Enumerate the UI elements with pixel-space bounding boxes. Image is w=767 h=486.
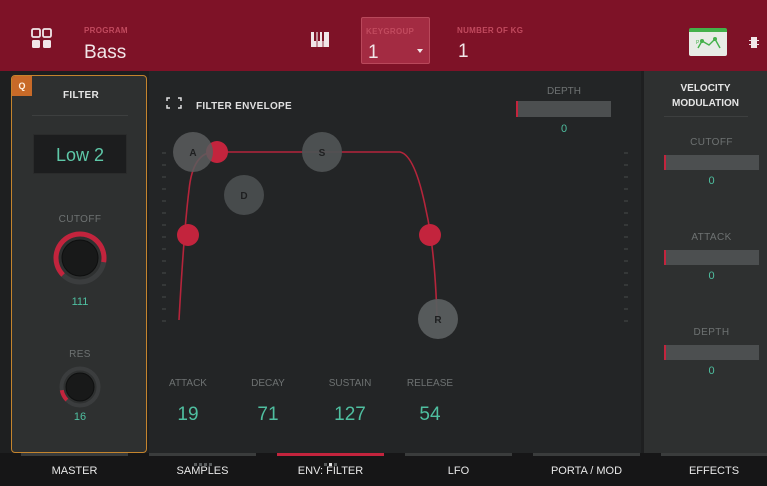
piano-keys-icon[interactable] [311,32,329,47]
vel-attack-marker [664,250,666,265]
attack-handle[interactable]: A [173,132,213,172]
vel-cutoff-marker [664,155,666,170]
vel-attack-value: 0 [708,270,715,282]
divider [32,115,128,116]
header-bar: PROGRAM Bass KEYGROUP 1 NUMBER OF KG 1 P [0,0,767,71]
decay-value[interactable]: 71 [238,404,298,426]
number-of-kg-label: NUMBER OF KG [457,26,524,35]
depth-label: DEPTH [547,86,581,97]
keygroup-value: 1 [368,42,379,63]
envelope-view-button[interactable]: P [689,28,727,56]
number-of-kg-value[interactable]: 1 [458,41,469,63]
velocity-modulation-title: VELOCITY MODULATION [644,81,767,111]
depth-slider-marker [516,101,518,117]
divider [664,116,748,117]
res-knob[interactable] [58,365,102,409]
tab-env-filter[interactable]: ENV: FILTER [277,453,384,486]
envelope-view-icon: P [696,37,721,49]
vel-attack-slider[interactable] [664,250,759,265]
vel-cutoff-label: CUTOFF [690,137,733,148]
attack-label: ATTACK [169,378,207,389]
vel-depth-slider[interactable] [664,345,759,360]
decay-handle[interactable]: D [224,175,264,215]
attack-curve-handle[interactable] [177,224,199,246]
release-label: RELEASE [406,378,454,389]
sustain-handle-label: S [319,148,326,159]
q-link-badge[interactable]: Q [12,76,32,96]
cutoff-value: 111 [71,296,89,308]
keygroup-label: KEYGROUP [366,27,415,36]
menu-icon[interactable] [749,37,759,48]
vel-depth-value: 0 [708,365,715,377]
tab-lfo-label: LFO [447,465,470,477]
vel-attack-label: ATTACK [691,232,732,243]
grid-icon[interactable] [31,28,52,49]
release-handle-label: R [434,315,442,326]
attack-value[interactable]: 19 [158,404,218,426]
velocity-modulation-panel: VELOCITY MODULATION CUTOFF 0 ATTACK 0 DE… [644,71,767,453]
sustain-label: SUSTAIN [328,378,372,389]
release-handle[interactable]: R [418,299,458,339]
attack-handle-label: A [189,148,196,159]
cutoff-knob[interactable] [52,230,108,286]
vel-cutoff-value: 0 [708,175,715,187]
res-value: 16 [73,411,87,423]
release-value[interactable]: 54 [400,404,460,426]
filter-type-selector[interactable]: Low 2 [33,134,127,174]
tab-bar: MASTER SAMPLES ENV: FILTER LFO PORTA / M… [0,453,767,486]
keygroup-selector[interactable]: KEYGROUP 1 [361,17,430,64]
velocity-modulation-title-text: VELOCITY MODULATION [671,83,740,109]
sustain-handle[interactable]: S [302,132,342,172]
program-value[interactable]: Bass [84,42,126,64]
release-curve-handle[interactable] [419,224,441,246]
page-dots [149,448,256,484]
tab-porta-mod[interactable]: PORTA / MOD [533,453,640,486]
res-label: RES [69,349,91,360]
filter-panel: Q FILTER Low 2 CUTOFF 111 RES 16 [11,75,147,453]
sustain-value[interactable]: 127 [320,404,380,426]
tab-lfo[interactable]: LFO [405,453,512,486]
filter-envelope-title: FILTER ENVELOPE [196,101,292,112]
decay-label: DECAY [251,378,285,389]
decay-handle-label: D [240,191,247,202]
vel-depth-label: DEPTH [693,327,730,338]
filter-title: FILTER [63,90,100,101]
vel-cutoff-slider[interactable] [664,155,759,170]
tab-samples[interactable]: SAMPLES [149,453,256,486]
program-label: PROGRAM [84,26,128,35]
page-dots [277,448,384,484]
tab-master[interactable]: MASTER [21,453,128,486]
tab-porta-mod-label: PORTA / MOD [550,465,623,477]
chevron-down-icon [417,49,423,53]
tab-master-label: MASTER [51,465,98,477]
depth-value: 0 [560,123,568,135]
tab-effects-label: EFFECTS [688,465,740,477]
tab-effects[interactable]: EFFECTS [661,453,767,486]
expand-icon[interactable] [166,97,182,109]
vel-depth-marker [664,345,666,360]
cutoff-label: CUTOFF [58,214,102,225]
depth-slider[interactable] [516,101,611,117]
